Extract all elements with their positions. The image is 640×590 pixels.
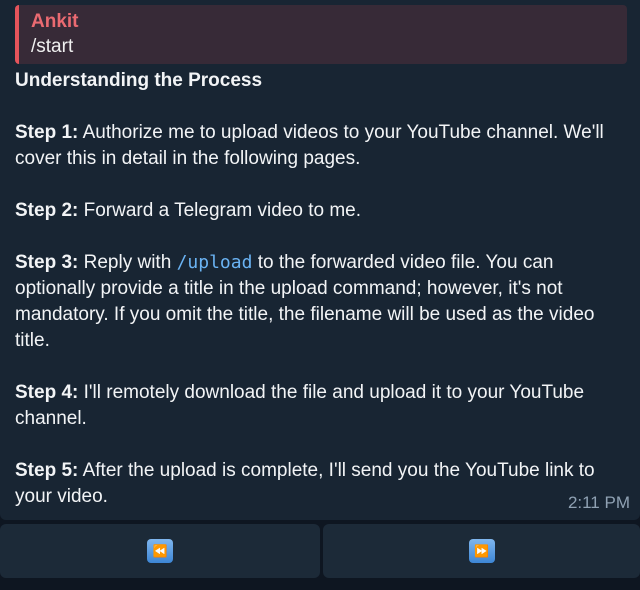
step-5-text: After the upload is complete, I'll send … — [15, 460, 595, 507]
next-page-button[interactable]: ⏩ — [323, 524, 640, 578]
step-5: Step 5: After the upload is complete, I'… — [15, 458, 627, 510]
step-2-text: Forward a Telegram video to me. — [78, 200, 362, 221]
step-3-label: Step 3: — [15, 252, 79, 273]
reply-preview[interactable]: Ankit /start — [15, 5, 627, 64]
message-time: 2:11 PM — [567, 493, 630, 512]
upload-command-link[interactable]: /upload — [177, 252, 253, 273]
step-4: Step 4: I'll remotely download the file … — [15, 380, 627, 432]
message-heading: Understanding the Process — [15, 70, 263, 91]
step-2: Step 2: Forward a Telegram video to me. — [15, 198, 627, 224]
step-5-label: Step 5: — [15, 460, 79, 481]
step-3-text-before: Reply with — [78, 252, 177, 273]
step-1-label: Step 1: — [15, 122, 79, 143]
step-1-text: Authorize me to upload videos to your Yo… — [15, 122, 604, 169]
step-2-label: Step 2: — [15, 200, 79, 221]
reply-text: /start — [31, 36, 74, 57]
step-4-text: I'll remotely download the file and uplo… — [15, 382, 585, 429]
message-text: Understanding the Process Step 1: Author… — [15, 68, 627, 510]
fast-forward-icon: ⏩ — [468, 539, 495, 563]
message-bubble: Ankit /start Understanding the Process S… — [0, 0, 640, 520]
inline-keyboard: ⏪ ⏩ — [0, 524, 640, 580]
step-3: Step 3: Reply with /upload to the forwar… — [15, 250, 627, 354]
reply-author: Ankit — [31, 11, 79, 32]
step-1: Step 1: Authorize me to upload videos to… — [15, 120, 627, 172]
rewind-icon: ⏪ — [147, 539, 173, 563]
previous-page-button[interactable]: ⏪ — [0, 524, 320, 578]
step-4-label: Step 4: — [15, 382, 79, 403]
